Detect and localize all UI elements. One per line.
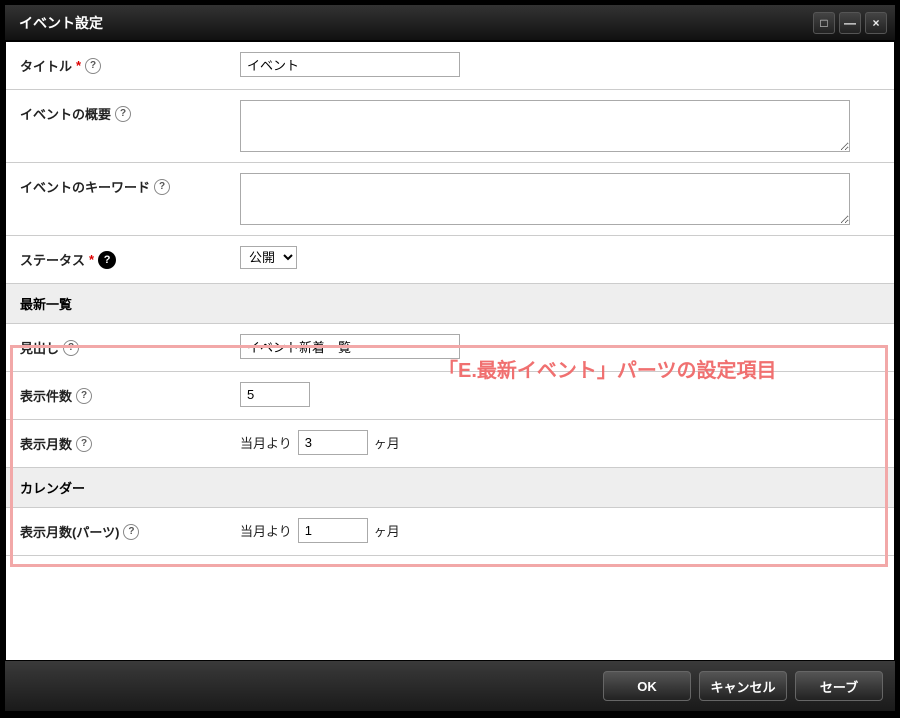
months-label: 表示月数	[20, 434, 72, 453]
minimize-icon[interactable]: —	[839, 12, 861, 34]
months-suffix: ヶ月	[374, 433, 400, 452]
row-keywords: イベントのキーワード ?	[6, 163, 894, 236]
dialog-title: イベント設定	[19, 13, 103, 33]
help-icon[interactable]: ?	[76, 388, 92, 404]
dialog-content: タイトル * ? イベントの概要 ? イベントのキーワード ?	[5, 41, 895, 661]
calendar-months-prefix: 当月より	[240, 521, 292, 540]
row-heading: 見出し ?	[6, 324, 894, 372]
months-prefix: 当月より	[240, 433, 292, 452]
title-input[interactable]	[240, 52, 460, 77]
section-latest-title: 最新一覧	[20, 294, 72, 313]
cancel-button[interactable]: キャンセル	[699, 671, 787, 701]
row-count: 表示件数 ?	[6, 372, 894, 420]
window-buttons: □ — ×	[813, 12, 887, 34]
event-settings-dialog: イベント設定 □ — × タイトル * ? イベントの概要 ?	[0, 0, 900, 718]
ok-button[interactable]: OK	[603, 671, 691, 701]
heading-label: 見出し	[20, 338, 59, 357]
row-summary: イベントの概要 ?	[6, 90, 894, 163]
help-icon[interactable]: ?	[154, 179, 170, 195]
save-button[interactable]: セーブ	[795, 671, 883, 701]
status-label: ステータス	[20, 250, 85, 269]
section-calendar-title: カレンダー	[20, 478, 85, 497]
title-label: タイトル	[20, 56, 72, 75]
row-months: 表示月数 ? 当月より ヶ月	[6, 420, 894, 468]
summary-label: イベントの概要	[20, 104, 111, 123]
count-input[interactable]	[240, 382, 310, 407]
help-icon[interactable]: ?	[63, 340, 79, 356]
status-select[interactable]: 公開	[240, 246, 297, 269]
required-mark: *	[76, 58, 81, 73]
row-calendar-months: 表示月数(パーツ) ? 当月より ヶ月	[6, 508, 894, 556]
help-icon[interactable]: ?	[98, 251, 116, 269]
help-icon[interactable]: ?	[115, 106, 131, 122]
calendar-months-label: 表示月数(パーツ)	[20, 522, 119, 541]
maximize-icon[interactable]: □	[813, 12, 835, 34]
help-icon[interactable]: ?	[85, 58, 101, 74]
keywords-label: イベントのキーワード	[20, 177, 150, 196]
calendar-months-suffix: ヶ月	[374, 521, 400, 540]
keywords-textarea[interactable]	[240, 173, 850, 225]
row-title: タイトル * ?	[6, 42, 894, 90]
section-calendar-header: カレンダー	[6, 468, 894, 508]
section-latest-header: 最新一覧	[6, 284, 894, 324]
help-icon[interactable]: ?	[76, 436, 92, 452]
count-label: 表示件数	[20, 386, 72, 405]
required-mark: *	[89, 252, 94, 267]
calendar-months-input[interactable]	[298, 518, 368, 543]
close-icon[interactable]: ×	[865, 12, 887, 34]
months-input[interactable]	[298, 430, 368, 455]
row-status: ステータス * ? 公開	[6, 236, 894, 284]
help-icon[interactable]: ?	[123, 524, 139, 540]
summary-textarea[interactable]	[240, 100, 850, 152]
dialog-footer: OK キャンセル セーブ	[5, 661, 895, 711]
dialog-titlebar: イベント設定 □ — ×	[5, 5, 895, 41]
heading-input[interactable]	[240, 334, 460, 359]
